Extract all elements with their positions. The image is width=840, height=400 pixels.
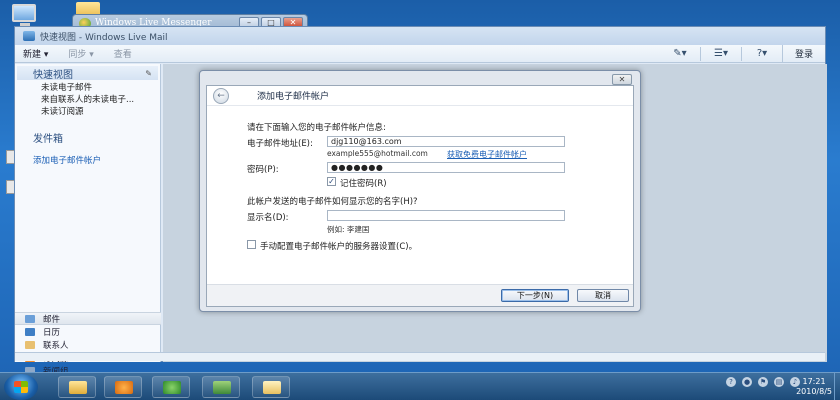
sidebar-item-outbox[interactable]: 发件箱: [15, 130, 160, 145]
manual-config-label: 手动配置电子邮件帐户的服务器设置(C)。: [260, 242, 418, 252]
manual-config-checkbox[interactable]: [247, 240, 256, 249]
add-account-dialog: ✕ ← 添加电子邮件帐户 请在下面输入您的电子邮件帐户信息: 电子邮件地址(E)…: [199, 70, 641, 312]
nav-contacts[interactable]: 联系人: [15, 338, 161, 351]
dialog-footer: 下一步(N) 取消: [207, 284, 633, 306]
mail-app-icon: [23, 31, 35, 41]
intro-text: 请在下面输入您的电子邮件帐户信息:: [247, 123, 386, 133]
taskbar-messenger[interactable]: [152, 376, 190, 398]
help-icon[interactable]: ?▾: [750, 47, 774, 61]
back-arrow-icon[interactable]: ←: [213, 87, 229, 104]
flag-icon[interactable]: ⚑: [758, 377, 768, 387]
dialog-close-button[interactable]: ✕: [612, 74, 632, 85]
email-field[interactable]: djg110@163.com: [327, 136, 565, 147]
network-icon[interactable]: ▤: [774, 377, 784, 387]
nav-pane: 邮件 日历 联系人 订阅源 新闻组: [15, 312, 161, 377]
next-button[interactable]: 下一步(N): [501, 289, 569, 302]
clock-time: 17:21: [802, 377, 826, 386]
cancel-button[interactable]: 取消: [577, 289, 629, 302]
menu-icon[interactable]: ☰▾: [709, 47, 733, 61]
password-field[interactable]: ●●●●●●●: [327, 162, 565, 173]
mail-icon: [25, 314, 35, 323]
clock-date: 2010/8/5: [796, 387, 832, 396]
folder-icon: [69, 381, 87, 394]
taskbar-explorer[interactable]: [58, 376, 96, 398]
window-title: 快速视图 - Windows Live Mail: [40, 32, 168, 43]
dialog-title: 添加电子邮件帐户: [257, 92, 330, 102]
new-button[interactable]: 新建 ▾: [23, 47, 48, 60]
toolbar: 新建 ▾ 同步 ▾ 查看 ✎▾ ☰▾ ?▾ 登录: [15, 45, 825, 63]
media-player-icon: [115, 381, 133, 394]
quick-view-label: 快速视图: [33, 69, 73, 81]
taskbar: ? ● ⚑ ▤ ♪ 17:21 2010/8/5: [0, 372, 840, 400]
window-icon: [213, 381, 231, 394]
wrench-icon[interactable]: ✎: [145, 69, 152, 78]
help-icon[interactable]: ?: [726, 377, 736, 387]
email-label: 电子邮件地址(E):: [247, 139, 313, 149]
tray-icon[interactable]: ●: [742, 377, 752, 387]
remember-label: 记住密码(R): [340, 179, 387, 189]
taskbar-media-player[interactable]: [104, 376, 142, 398]
sidebar-item-unread-feeds[interactable]: 未读订阅源: [15, 106, 160, 118]
view-button[interactable]: 查看: [114, 47, 132, 60]
nav-label: 联系人: [43, 340, 69, 351]
login-button[interactable]: 登录: [781, 45, 825, 62]
messenger-icon: [163, 381, 181, 394]
start-button[interactable]: [4, 374, 38, 400]
free-account-link[interactable]: 获取免费电子邮件帐户: [447, 149, 527, 160]
display-hint: 例如: 李建国: [327, 225, 370, 234]
sidebar-item-unread-mail[interactable]: 未读电子邮件: [15, 82, 160, 94]
pen-icon[interactable]: ✎▾: [668, 47, 692, 61]
sidebar-item-unread-contacts[interactable]: 来自联系人的未读电子...: [15, 94, 160, 106]
title-bar: 快速视图 - Windows Live Mail: [15, 27, 825, 45]
taskbar-mail[interactable]: [252, 376, 290, 398]
sync-button[interactable]: 同步 ▾: [68, 47, 93, 60]
nav-mail[interactable]: 邮件: [15, 312, 161, 325]
display-name-label: 显示名(D):: [247, 213, 289, 223]
nav-label: 日历: [43, 327, 61, 338]
taskbar-window[interactable]: [202, 376, 240, 398]
password-label: 密码(P):: [247, 165, 279, 175]
sidebar: 快速视图 ✎ 未读电子邮件 来自联系人的未读电子... 未读订阅源 发件箱 添加…: [15, 64, 161, 377]
remember-checkbox[interactable]: ✓: [327, 177, 336, 186]
show-desktop-button[interactable]: [834, 373, 840, 400]
nav-calendar[interactable]: 日历: [15, 325, 161, 338]
system-tray: ? ● ⚑ ▤ ♪: [726, 377, 800, 387]
display-question: 此帐户发送的电子邮件如何显示您的名字(H)?: [247, 197, 418, 207]
nav-label: 邮件: [43, 314, 61, 325]
calendar-icon: [25, 327, 35, 336]
status-bar: [15, 352, 825, 361]
contacts-icon: [25, 340, 35, 349]
windows-logo-icon: [14, 381, 28, 393]
clock[interactable]: 17:21 2010/8/5: [796, 377, 832, 397]
add-account-link[interactable]: 添加电子邮件帐户: [15, 154, 160, 166]
display-name-field[interactable]: [327, 210, 565, 221]
email-hint: example555@hotmail.com: [327, 149, 428, 158]
quick-view-header[interactable]: 快速视图 ✎: [17, 66, 158, 81]
mail-icon: [263, 381, 281, 394]
